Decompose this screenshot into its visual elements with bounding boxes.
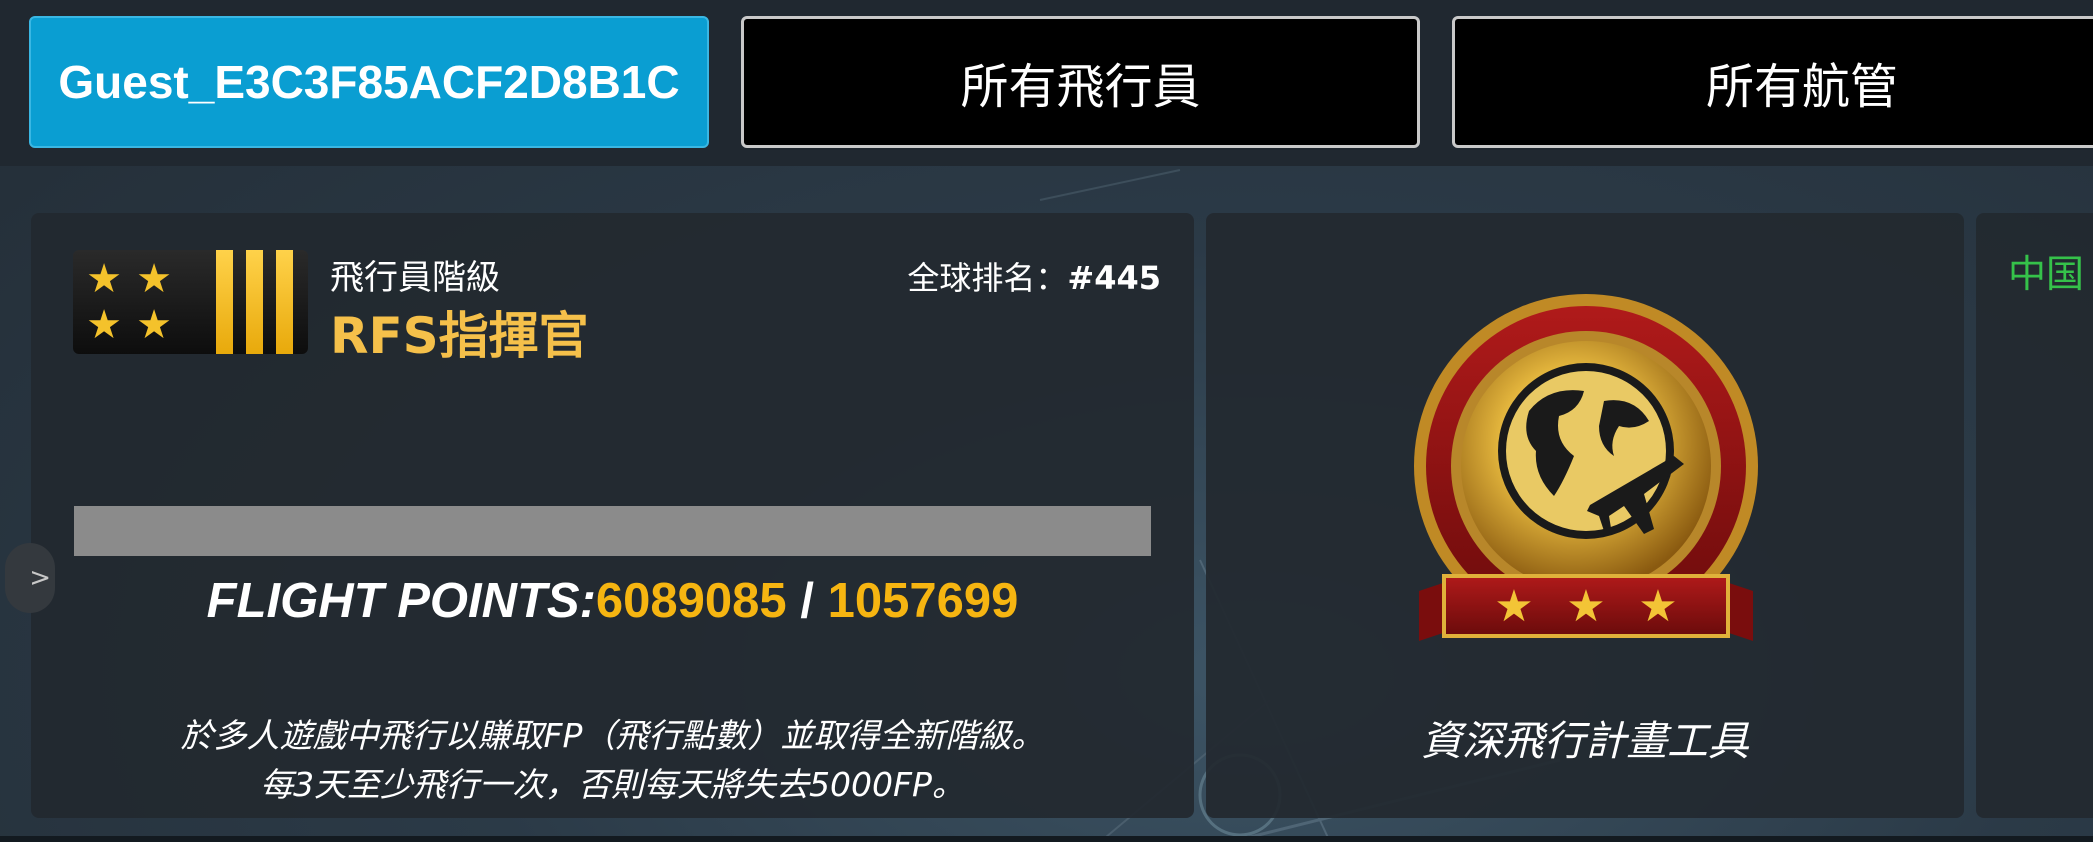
star-icon: ★ (86, 302, 122, 348)
app-screen: Guest_E3C3F85ACF2D8B1C 所有飛行員 所有航管 > ★ ★ … (0, 0, 2093, 842)
advanced-flight-planner-card[interactable]: ★ ★ ★ 資深飛行計畫工具 (1206, 213, 1964, 818)
rank-stripe (246, 250, 263, 354)
svg-text:★: ★ (1566, 581, 1605, 632)
tab-all-atc[interactable]: 所有航管 (1452, 16, 2093, 148)
global-rank: 全球排名：#445 (907, 253, 1161, 299)
star-icon: ★ (136, 256, 172, 302)
rank-caption: 飛行員階級 (330, 258, 500, 298)
rank-insignia-icon: ★ ★ ★ ★ (73, 250, 308, 354)
flight-points-target: 1057699 (827, 574, 1019, 628)
region-card[interactable]: 中国 (1976, 213, 2093, 818)
top-navigation-bar: Guest_E3C3F85ACF2D8B1C 所有飛行員 所有航管 (0, 0, 2093, 166)
globe-airplane-medal-icon: ★ ★ ★ (1414, 294, 1758, 641)
flight-points-info-line2: 每3天至少飛行一次，否則每天將失去5000FP。 (260, 765, 965, 804)
flight-points-label: FLIGHT POINTS: (206, 574, 596, 628)
global-rank-value: #445 (1067, 259, 1161, 297)
region-label: 中国 (2008, 252, 2085, 296)
star-icon: ★ (86, 256, 122, 302)
svg-text:★: ★ (1638, 581, 1677, 632)
rank-stripe (216, 250, 233, 354)
flight-points-separator: / (800, 574, 814, 628)
flight-points-readout: FLIGHT POINTS:6089085 / 1057699 (31, 573, 1194, 629)
tab-user-profile[interactable]: Guest_E3C3F85ACF2D8B1C (29, 16, 709, 148)
bottom-divider (0, 836, 2093, 842)
flight-points-progress-bar (74, 506, 1151, 556)
star-icon: ★ (136, 302, 172, 348)
tab-all-pilots[interactable]: 所有飛行員 (741, 16, 1420, 148)
rank-stripe (276, 250, 293, 354)
pilot-rank-card[interactable]: > ★ ★ ★ ★ 飛行員階級 RFS指揮官 全球排名：#445 FLIGHT … (5, 213, 1194, 818)
svg-text:★: ★ (1494, 581, 1533, 632)
planner-title: 資深飛行計畫工具 (1421, 717, 1749, 765)
global-rank-label: 全球排名： (907, 259, 1068, 297)
flight-points-info-line1: 於多人遊戲中飛行以賺取FP（飛行點數）並取得全新階級。 (180, 716, 1045, 755)
rank-stars: ★ ★ ★ ★ (79, 256, 179, 348)
rank-name: RFS指揮官 (330, 307, 589, 365)
flight-points-current: 6089085 (595, 574, 787, 628)
